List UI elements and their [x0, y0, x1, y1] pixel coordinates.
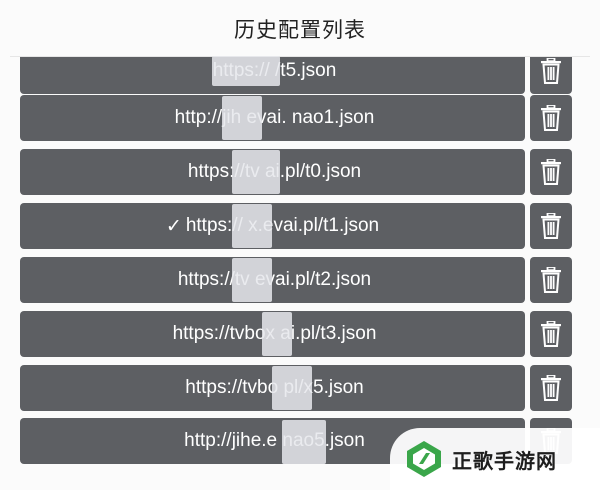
delete-button[interactable]	[530, 203, 572, 249]
privacy-blur	[212, 56, 280, 86]
trash-icon	[541, 375, 561, 401]
delete-button[interactable]	[530, 149, 572, 195]
watermark: 正歌手游网	[390, 428, 600, 490]
trash-icon	[541, 213, 561, 239]
dialog-title: 历史配置列表	[234, 18, 366, 42]
list-item: https://tvbox ai.pl/t3.json	[20, 311, 572, 357]
config-url-label: https:// x.evai.pl/t1.json	[185, 215, 380, 236]
list-item: http://jih evai. nao1.json	[20, 95, 572, 141]
trash-icon	[541, 321, 561, 347]
watermark-text: 正歌手游网	[452, 448, 557, 473]
delete-button[interactable]	[530, 257, 572, 303]
config-url-button[interactable]: http://jih evai. nao1.json	[20, 95, 525, 141]
list-item: https://tv evai.pl/t2.json	[20, 257, 572, 303]
privacy-blur	[232, 258, 272, 302]
trash-icon	[541, 159, 561, 185]
privacy-blur	[232, 204, 272, 248]
watermark-logo-icon	[407, 441, 441, 477]
config-url-label: https://tv evai.pl/t2.json	[177, 269, 372, 290]
delete-button[interactable]	[530, 365, 572, 411]
trash-icon	[541, 58, 561, 84]
trash-icon	[541, 105, 561, 131]
config-url-label: http://jihe.e nao5.json	[184, 430, 365, 451]
list-item: ✓ https:// x.evai.pl/t1.json	[20, 203, 572, 249]
trash-icon	[541, 267, 561, 293]
config-url-label: http://jih evai. nao1.json	[174, 107, 375, 128]
config-list[interactable]: https:// /t5.json http://jih evai. nao1.…	[0, 0, 600, 490]
list-item: https://tv ai.pl/t0.json	[20, 149, 572, 195]
privacy-blur	[282, 420, 326, 464]
privacy-blur	[222, 96, 262, 140]
selected-check: ✓	[165, 215, 182, 237]
delete-button[interactable]	[530, 95, 572, 141]
privacy-blur	[272, 366, 312, 410]
history-config-dialog: https:// /t5.json http://jih evai. nao1.…	[0, 0, 600, 490]
privacy-blur	[262, 312, 292, 356]
delete-button[interactable]	[530, 311, 572, 357]
privacy-blur	[232, 150, 280, 194]
title-divider	[10, 56, 590, 57]
config-url-button[interactable]: ✓ https:// x.evai.pl/t1.json	[20, 203, 525, 249]
config-url-button[interactable]: https://tv evai.pl/t2.json	[20, 257, 525, 303]
